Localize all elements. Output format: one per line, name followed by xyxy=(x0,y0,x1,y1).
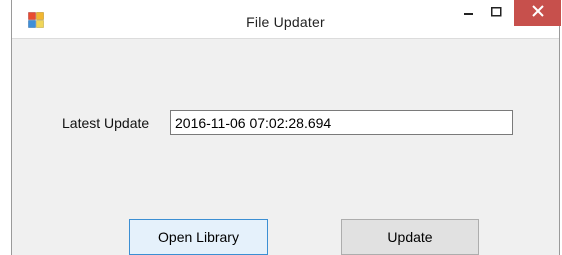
maximize-icon xyxy=(490,4,502,22)
close-icon xyxy=(531,4,544,22)
latest-update-label: Latest Update xyxy=(62,115,150,131)
latest-update-field[interactable] xyxy=(170,110,513,135)
file-updater-window: File Updater Latest Update Open Library … xyxy=(11,0,561,255)
minimize-button[interactable] xyxy=(456,0,482,26)
title-bar[interactable]: File Updater xyxy=(12,0,561,39)
maximize-button[interactable] xyxy=(483,0,509,26)
close-button[interactable] xyxy=(514,0,561,26)
minimize-icon xyxy=(464,4,474,22)
open-library-button[interactable]: Open Library xyxy=(129,219,268,255)
update-button[interactable]: Update xyxy=(341,219,479,255)
